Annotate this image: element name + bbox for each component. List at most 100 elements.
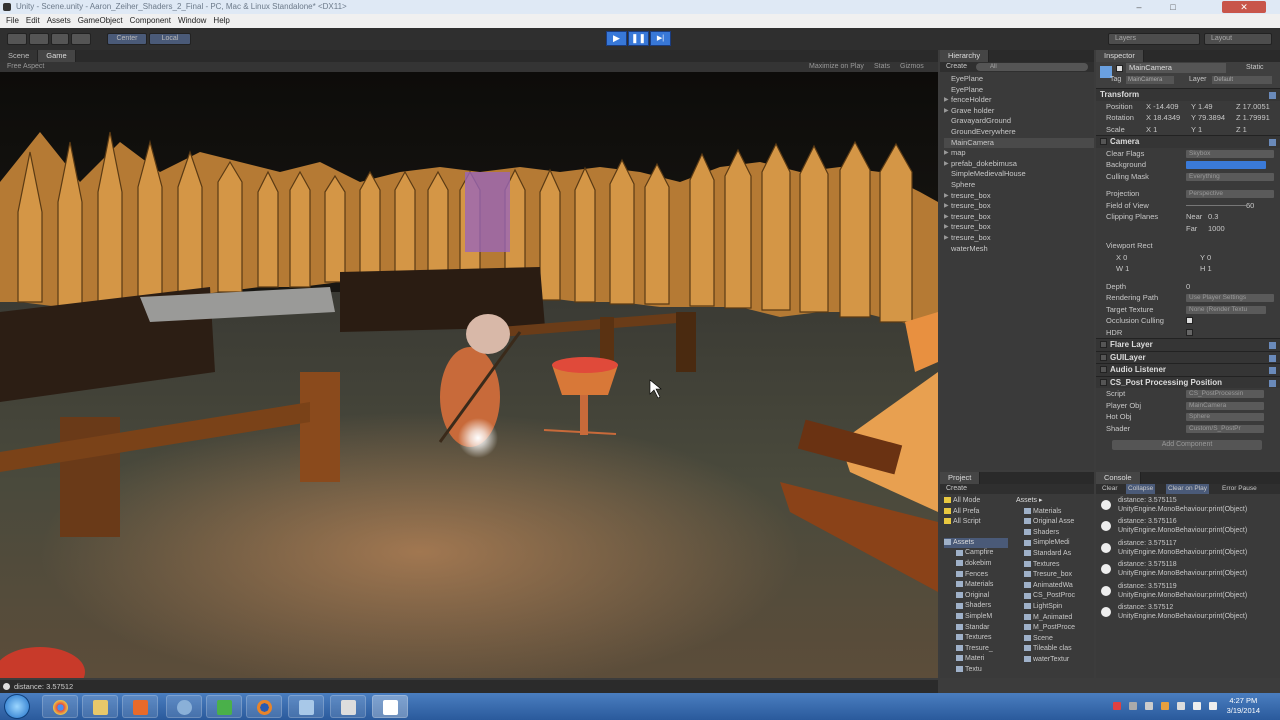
game-viewport[interactable] bbox=[0, 72, 938, 678]
menu-help[interactable]: Help bbox=[213, 16, 229, 25]
viewport-h[interactable]: H 1 bbox=[1200, 263, 1212, 275]
stats-toggle[interactable]: Stats bbox=[874, 62, 890, 72]
hierarchy-item[interactable]: ▶ fenceHolder bbox=[944, 95, 1094, 106]
tree-folder-item[interactable]: Textu bbox=[956, 665, 1008, 676]
tree-folder-item[interactable]: Textures bbox=[956, 633, 1008, 644]
tree-assets-root[interactable]: Assets bbox=[944, 537, 1008, 549]
play-button[interactable]: ▶ bbox=[606, 31, 627, 46]
hierarchy-item[interactable]: ▶ tresure_box bbox=[944, 212, 1094, 223]
taskbar-app-4[interactable] bbox=[288, 695, 324, 718]
settings-icon[interactable] bbox=[1269, 342, 1276, 349]
expand-arrow-icon[interactable]: ▶ bbox=[944, 159, 949, 170]
add-component-button[interactable]: Add Component bbox=[1112, 440, 1262, 450]
favorite-search-item[interactable]: All Mode bbox=[944, 496, 1008, 507]
camera-component-header[interactable]: Camera bbox=[1096, 135, 1280, 148]
menu-assets[interactable]: Assets bbox=[47, 16, 71, 25]
fov-value[interactable]: 60 bbox=[1246, 200, 1254, 212]
asset-item[interactable]: M_Animated bbox=[1024, 613, 1092, 624]
layer-dropdown[interactable]: Default bbox=[1212, 76, 1272, 84]
console-entry[interactable]: distance: 3.575115 UnityEngine.MonoBehavi… bbox=[1096, 496, 1280, 517]
console-clear-on-play-toggle[interactable]: Clear on Play bbox=[1166, 484, 1210, 494]
menu-gameobject[interactable]: GameObject bbox=[78, 16, 123, 25]
expand-arrow-icon[interactable]: ▶ bbox=[944, 191, 949, 202]
settings-icon[interactable] bbox=[1269, 354, 1276, 362]
taskbar-app-3[interactable] bbox=[206, 695, 242, 718]
flare-layer-header[interactable]: Flare Layer bbox=[1096, 338, 1280, 351]
asset-item[interactable]: waterTextur bbox=[1024, 655, 1092, 666]
hierarchy-item[interactable]: GravayardGround bbox=[944, 116, 1094, 127]
favorite-search-item[interactable]: All Prefa bbox=[944, 507, 1008, 518]
hand-tool-button[interactable] bbox=[7, 33, 27, 45]
tree-folder-item[interactable]: Materi bbox=[956, 654, 1008, 665]
hierarchy-item[interactable]: ▶ tresure_box bbox=[944, 222, 1094, 233]
network-icon[interactable] bbox=[1193, 702, 1201, 710]
asset-item[interactable]: SimpleMedi bbox=[1024, 538, 1092, 549]
pivot-center-toggle[interactable]: Center bbox=[107, 33, 147, 45]
asset-item[interactable]: Textures bbox=[1024, 560, 1092, 571]
position-y[interactable]: Y 1.49 bbox=[1191, 101, 1213, 113]
far-value[interactable]: 1000 bbox=[1208, 223, 1225, 235]
viewport-w[interactable]: W 1 bbox=[1116, 263, 1129, 275]
tree-folder-item[interactable]: Original bbox=[956, 591, 1008, 602]
console-entry[interactable]: distance: 3.575117 UnityEngine.MonoBehavi… bbox=[1096, 539, 1280, 560]
project-create-dropdown[interactable]: Create bbox=[946, 485, 967, 492]
taskbar-chrome[interactable] bbox=[42, 695, 78, 718]
menu-window[interactable]: Window bbox=[178, 16, 206, 25]
layout-dropdown[interactable]: Layout bbox=[1204, 33, 1272, 45]
rotation-y[interactable]: Y 79.3894 bbox=[1191, 112, 1225, 124]
hierarchy-item[interactable]: ▶ tresure_box bbox=[944, 191, 1094, 202]
guilayer-header[interactable]: GUILayer bbox=[1096, 350, 1280, 363]
asset-item[interactable]: Tresure_box bbox=[1024, 570, 1092, 581]
taskbar-app[interactable] bbox=[122, 695, 158, 718]
asset-item[interactable]: Original Asse bbox=[1024, 517, 1092, 528]
tab-game[interactable]: Game bbox=[38, 50, 76, 62]
occlusion-checkbox[interactable] bbox=[1186, 317, 1193, 324]
maximize-button[interactable]: □ bbox=[1160, 1, 1186, 13]
tray-icon[interactable] bbox=[1161, 702, 1169, 710]
status-bar[interactable]: distance: 3.57512 bbox=[0, 680, 938, 693]
console-entry[interactable]: distance: 3.575119 UnityEngine.MonoBehavi… bbox=[1096, 582, 1280, 603]
active-checkbox[interactable] bbox=[1116, 65, 1123, 72]
settings-icon[interactable] bbox=[1269, 367, 1276, 374]
tab-project[interactable]: Project bbox=[940, 472, 981, 484]
guilayer-checkbox[interactable] bbox=[1100, 353, 1107, 361]
expand-arrow-icon[interactable]: ▶ bbox=[944, 201, 949, 212]
player-obj-field[interactable]: MainCamera bbox=[1186, 401, 1264, 410]
hierarchy-item[interactable]: Sphere bbox=[944, 180, 1094, 191]
hierarchy-item[interactable]: SimpleMedievalHouse bbox=[944, 169, 1094, 180]
aspect-dropdown[interactable]: Free Aspect bbox=[7, 62, 44, 72]
rotation-x[interactable]: X 18.4349 bbox=[1146, 112, 1180, 124]
settings-icon[interactable] bbox=[1269, 139, 1276, 146]
post-processing-header[interactable]: CS_Post Processing Position bbox=[1096, 375, 1280, 388]
console-entry[interactable]: distance: 3.57512 UnityEngine.MonoBehavio… bbox=[1096, 603, 1280, 624]
tree-folder-item[interactable]: Shaders bbox=[956, 601, 1008, 612]
hierarchy-item[interactable]: MainCamera bbox=[944, 137, 1094, 149]
close-button[interactable]: ✕ bbox=[1222, 1, 1266, 13]
expand-arrow-icon[interactable]: ▶ bbox=[944, 106, 949, 117]
viewport-y[interactable]: Y 0 bbox=[1200, 252, 1211, 264]
minimize-button[interactable]: – bbox=[1126, 1, 1152, 13]
tree-folder-item[interactable]: Fences bbox=[956, 570, 1008, 581]
taskbar-explorer[interactable] bbox=[82, 695, 118, 718]
hierarchy-item[interactable]: waterMesh bbox=[944, 244, 1094, 255]
expand-arrow-icon[interactable]: ▶ bbox=[944, 148, 949, 159]
expand-arrow-icon[interactable]: ▶ bbox=[944, 233, 949, 244]
hierarchy-item[interactable]: EyePlane bbox=[944, 74, 1094, 85]
expand-arrow-icon[interactable]: ▶ bbox=[944, 212, 949, 223]
menu-file[interactable]: File bbox=[6, 16, 19, 25]
tab-scene[interactable]: Scene bbox=[0, 50, 39, 62]
taskbar-app-2[interactable] bbox=[166, 695, 202, 718]
asset-item[interactable]: Materials bbox=[1024, 507, 1092, 518]
hdr-checkbox[interactable] bbox=[1186, 328, 1193, 336]
tray-icon[interactable] bbox=[1145, 702, 1153, 710]
flare-layer-checkbox[interactable] bbox=[1100, 341, 1107, 349]
near-value[interactable]: 0.3 bbox=[1208, 211, 1218, 223]
expand-arrow-icon[interactable]: ▶ bbox=[944, 222, 949, 233]
console-error-pause-toggle[interactable]: Error Pause bbox=[1222, 484, 1257, 494]
volume-icon[interactable] bbox=[1209, 702, 1217, 710]
hierarchy-item[interactable]: ▶ tresure_box bbox=[944, 233, 1094, 244]
tab-hierarchy[interactable]: Hierarchy bbox=[940, 50, 990, 62]
tree-folder-item[interactable]: SimpleM bbox=[956, 612, 1008, 623]
viewport-x[interactable]: X 0 bbox=[1116, 252, 1127, 264]
clear-flags-dropdown[interactable]: Skybox bbox=[1186, 149, 1274, 158]
